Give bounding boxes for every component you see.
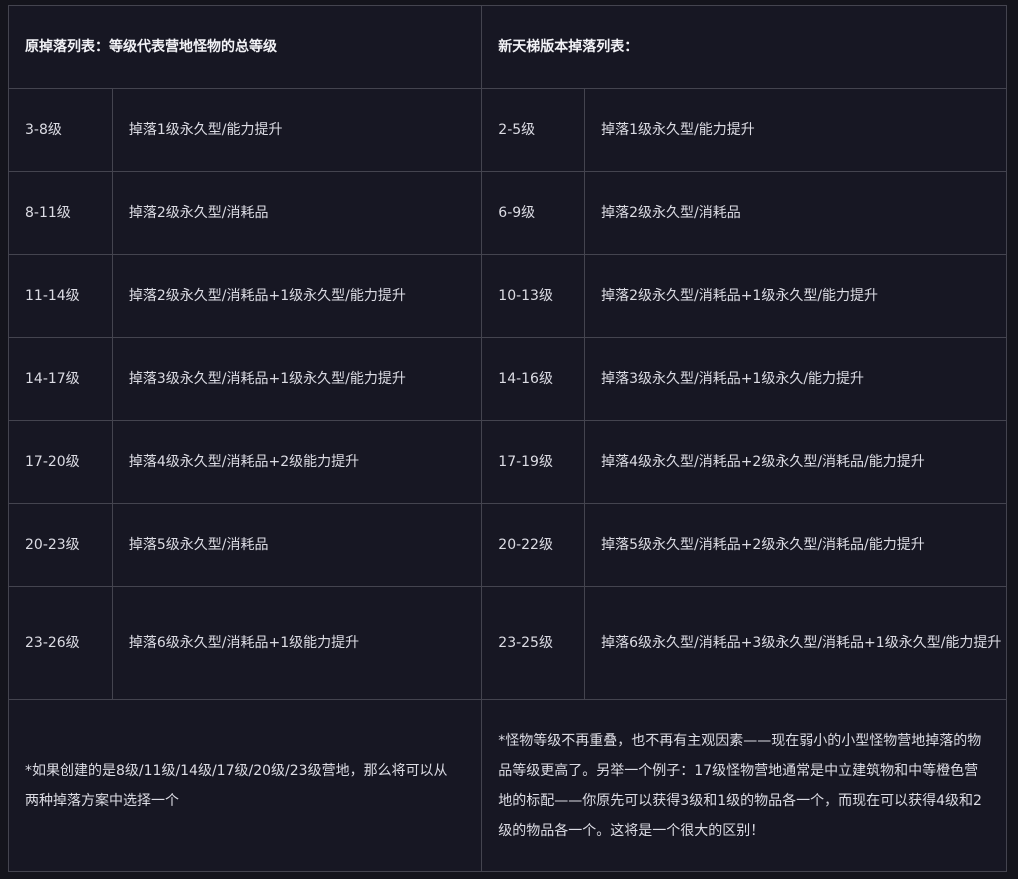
new-drop-cell: 掉落6级永久型/消耗品+3级永久型/消耗品+1级永久型/能力提升 (584, 586, 1007, 700)
new-list-note: *怪物等级不再重叠，也不再有主观因素——现在弱小的小型怪物营地掉落的物品等级更高… (481, 699, 1007, 872)
new-drop-cell: 掉落1级永久型/能力提升 (584, 88, 1007, 172)
table-header-row: 原掉落列表：等级代表营地怪物的总等级 新天梯版本掉落列表： (7, 5, 1007, 89)
old-level-cell: 8-11级 (8, 171, 113, 255)
new-drop-cell: 掉落4级永久型/消耗品+2级永久型/消耗品/能力提升 (584, 420, 1007, 504)
new-level-cell: 2-5级 (481, 88, 586, 172)
old-drop-cell: 掉落1级永久型/能力提升 (111, 88, 483, 172)
old-drop-cell: 掉落2级永久型/消耗品 (111, 171, 483, 255)
new-level-cell: 10-13级 (481, 254, 586, 338)
old-list-header: 原掉落列表：等级代表营地怪物的总等级 (7, 5, 483, 89)
new-level-cell: 6-9级 (481, 171, 586, 255)
new-list-header: 新天梯版本掉落列表： (481, 5, 1007, 89)
old-drop-cell: 掉落5级永久型/消耗品 (111, 503, 483, 587)
old-level-cell: 23-26级 (8, 586, 113, 700)
table-row: 20-23级 掉落5级永久型/消耗品 20-22级 掉落5级永久型/消耗品+2级… (8, 503, 1007, 587)
new-drop-cell: 掉落5级永久型/消耗品+2级永久型/消耗品/能力提升 (584, 503, 1007, 587)
table-row: 17-20级 掉落4级永久型/消耗品+2级能力提升 17-19级 掉落4级永久型… (8, 420, 1007, 504)
new-drop-cell: 掉落2级永久型/消耗品 (584, 171, 1007, 255)
new-drop-cell: 掉落2级永久型/消耗品+1级永久型/能力提升 (584, 254, 1007, 338)
old-level-cell: 11-14级 (8, 254, 113, 338)
old-list-note: *如果创建的是8级/11级/14级/17级/20级/23级营地，那么将可以从两种… (7, 699, 483, 872)
table-row: 23-26级 掉落6级永久型/消耗品+1级能力提升 23-25级 掉落6级永久型… (8, 586, 1007, 700)
new-level-cell: 14-16级 (481, 337, 586, 421)
new-level-cell: 17-19级 (481, 420, 586, 504)
old-drop-cell: 掉落6级永久型/消耗品+1级能力提升 (111, 586, 483, 700)
old-level-cell: 20-23级 (8, 503, 113, 587)
old-level-cell: 17-20级 (8, 420, 113, 504)
old-level-cell: 3-8级 (8, 88, 113, 172)
drop-list-table: 原掉落列表：等级代表营地怪物的总等级 新天梯版本掉落列表： 3-8级 掉落1级永… (7, 5, 1007, 872)
old-drop-cell: 掉落2级永久型/消耗品+1级永久型/能力提升 (111, 254, 483, 338)
table-notes-row: *如果创建的是8级/11级/14级/17级/20级/23级营地，那么将可以从两种… (7, 699, 1007, 872)
old-level-cell: 14-17级 (8, 337, 113, 421)
old-drop-cell: 掉落4级永久型/消耗品+2级能力提升 (111, 420, 483, 504)
table-row: 8-11级 掉落2级永久型/消耗品 6-9级 掉落2级永久型/消耗品 (8, 171, 1007, 255)
new-level-cell: 20-22级 (481, 503, 586, 587)
table-row: 14-17级 掉落3级永久型/消耗品+1级永久型/能力提升 14-16级 掉落3… (8, 337, 1007, 421)
new-level-cell: 23-25级 (481, 586, 586, 700)
new-drop-cell: 掉落3级永久型/消耗品+1级永久/能力提升 (584, 337, 1007, 421)
old-drop-cell: 掉落3级永久型/消耗品+1级永久型/能力提升 (111, 337, 483, 421)
table-row: 3-8级 掉落1级永久型/能力提升 2-5级 掉落1级永久型/能力提升 (8, 88, 1007, 172)
table-row: 11-14级 掉落2级永久型/消耗品+1级永久型/能力提升 10-13级 掉落2… (8, 254, 1007, 338)
